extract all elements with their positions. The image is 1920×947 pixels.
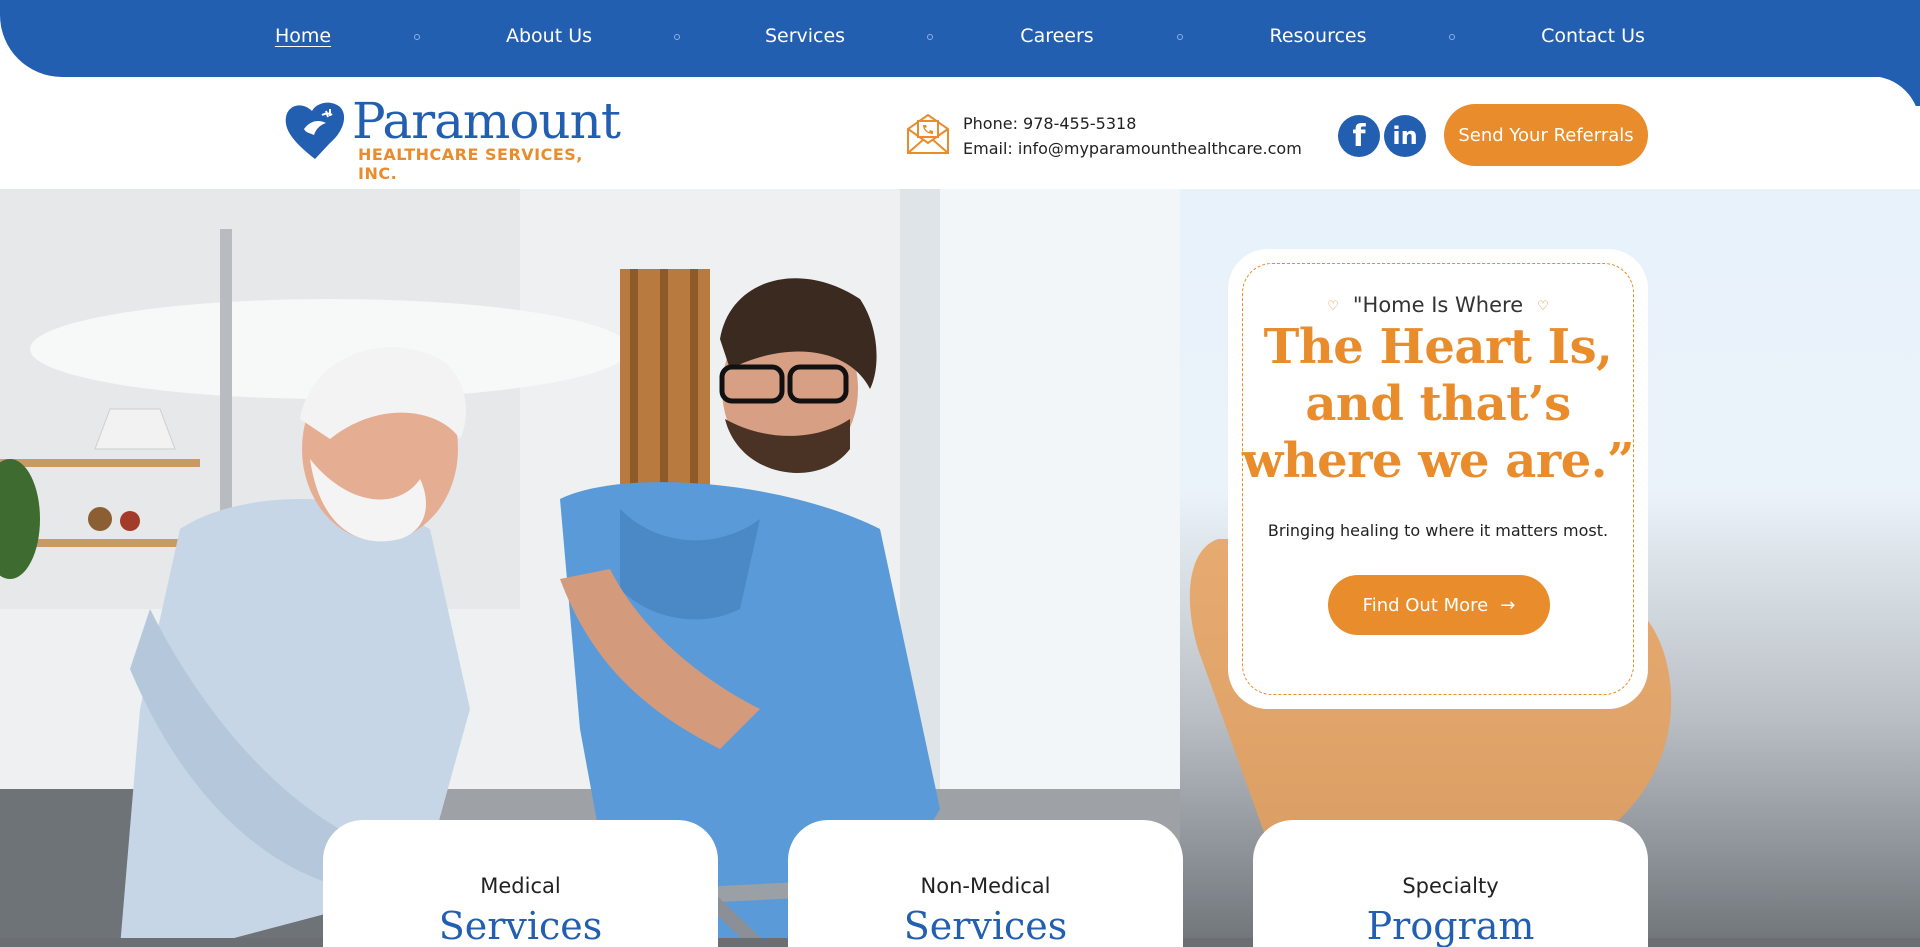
service-title: Program (1366, 904, 1535, 947)
nav-item-home[interactable]: Home (275, 25, 331, 47)
heart-outline-icon: ♡ (1327, 298, 1339, 314)
heart-outline-icon: ♡ (1537, 298, 1549, 314)
find-out-more-button[interactable]: Find Out More → (1328, 575, 1550, 635)
phone-text[interactable]: Phone: 978-455-5318 (963, 111, 1302, 136)
service-card-non-medical[interactable]: Non-Medical Services (788, 820, 1183, 947)
service-card-medical[interactable]: Medical Services (323, 820, 718, 947)
brand-logo[interactable]: Paramount HEALTHCARE SERVICES, INC. (282, 92, 621, 183)
service-title: Services (438, 904, 603, 947)
nav-separator-dot (414, 34, 420, 40)
quote-intro-text: "Home Is Where (1352, 293, 1524, 317)
site-header: Paramount HEALTHCARE SERVICES, INC. Phon… (0, 77, 1920, 189)
email-text[interactable]: Email: info@myparamounthealthcare.com (963, 136, 1302, 161)
quote-line-3: where we are.” (1241, 433, 1635, 489)
brand-name: Paramount (352, 92, 621, 150)
arrow-right-icon: → (1500, 594, 1516, 616)
service-category: Medical (480, 874, 561, 898)
service-title: Services (903, 904, 1068, 947)
quote-headline: The Heart Is, and that’s where we are.” (1228, 319, 1648, 490)
envelope-phone-icon (907, 113, 949, 154)
send-referrals-button[interactable]: Send Your Referrals (1444, 104, 1648, 166)
nav-item-about-us[interactable]: About Us (506, 25, 592, 47)
contact-info: Phone: 978-455-5318 Email: info@myparamo… (963, 111, 1302, 161)
service-category: Non-Medical (920, 874, 1051, 898)
hero-quote-card: ♡ "Home Is Where ♡ The Heart Is, and that’… (1228, 249, 1648, 709)
facebook-icon[interactable]: f (1338, 115, 1380, 157)
nav-separator-dot (1177, 34, 1183, 40)
quote-intro: ♡ "Home Is Where ♡ (1228, 293, 1648, 317)
nav-item-contact-us[interactable]: Contact Us (1541, 25, 1645, 47)
top-navigation: Home About Us Services Careers Resources… (0, 0, 1920, 77)
nav-separator-dot (1449, 34, 1455, 40)
nav-item-careers[interactable]: Careers (1020, 25, 1093, 47)
nav-item-services[interactable]: Services (765, 25, 845, 47)
nav-item-resources[interactable]: Resources (1269, 25, 1366, 47)
quote-line-2: and that’s (1305, 376, 1571, 432)
service-card-specialty[interactable]: Specialty Program (1253, 820, 1648, 947)
brand-subtitle: HEALTHCARE SERVICES, INC. (358, 145, 583, 183)
find-out-more-label: Find Out More (1362, 594, 1489, 616)
nav-separator-dot (927, 34, 933, 40)
service-category: Specialty (1402, 874, 1499, 898)
linkedin-icon[interactable]: in (1384, 115, 1426, 157)
quote-line-1: The Heart Is, (1263, 319, 1613, 375)
hero-tagline: Bringing healing to where it matters mos… (1267, 521, 1609, 540)
nav-separator-dot (674, 34, 680, 40)
heart-dove-icon (285, 102, 345, 159)
